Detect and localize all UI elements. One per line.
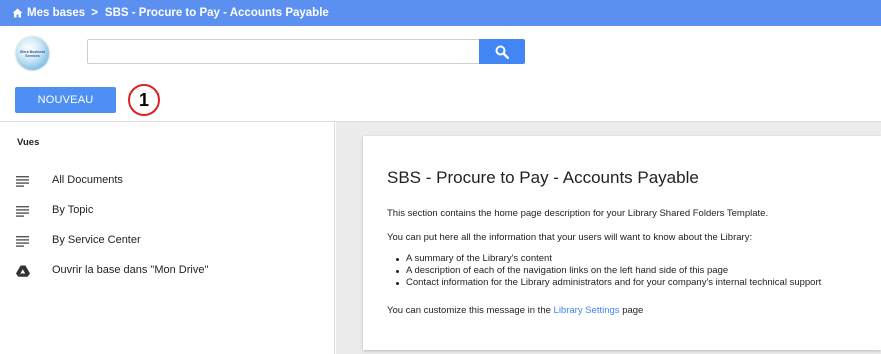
annotation-badge-1: 1 [128, 84, 160, 116]
list-item: Contact information for the Library admi… [394, 277, 821, 289]
new-button[interactable]: NOUVEAU [15, 87, 116, 113]
search-icon [495, 45, 509, 59]
list-icon [16, 236, 29, 247]
page-title: SBS - Procure to Pay - Accounts Payable [387, 168, 699, 187]
list-icon [16, 206, 29, 217]
breadcrumb-current: SBS - Procure to Pay - Accounts Payable [104, 7, 329, 19]
sidebar-item-label: All Documents [52, 174, 123, 186]
search-button[interactable] [479, 39, 525, 64]
breadcrumb-bar: Mes bases > SBS - Procure to Pay - Accou… [0, 0, 881, 26]
breadcrumb-home-link[interactable]: Mes bases [27, 7, 85, 19]
list-icon [16, 176, 29, 187]
sidebar-item-all-documents[interactable]: All Documents [0, 170, 334, 192]
sidebar-item-label: By Topic [52, 204, 94, 216]
customize-suffix: page [622, 305, 644, 316]
home-icon[interactable] [12, 8, 23, 18]
sidebar-item-label: Ouvrir la base dans "Mon Drive" [52, 264, 209, 276]
library-settings-link[interactable]: Library Settings [554, 305, 620, 316]
app-logo[interactable]: Sfera Business Services [16, 37, 49, 70]
sidebar-item-label: By Service Center [52, 234, 141, 246]
breadcrumb-separator: > [91, 7, 98, 19]
sidebar-title: Vues [17, 137, 40, 148]
google-drive-icon [16, 265, 30, 277]
list-item: A description of each of the navigation … [394, 265, 821, 277]
bullet-list: A summary of the Library's content A des… [394, 253, 821, 289]
customize-prefix: You can customize this message in the [387, 305, 551, 316]
search-input[interactable] [87, 39, 480, 64]
sidebar-item-by-service-center[interactable]: By Service Center [0, 230, 334, 252]
sidebar-item-by-topic[interactable]: By Topic [0, 200, 334, 222]
lead-text: You can put here all the information tha… [387, 232, 753, 243]
customize-text: You can customize this message in the Li… [387, 305, 643, 316]
intro-text: This section contains the home page desc… [387, 208, 769, 219]
logo-text: Sfera Business Services [19, 49, 46, 58]
list-item: A summary of the Library's content [394, 253, 821, 265]
sidebar-item-open-in-drive[interactable]: Ouvrir la base dans "Mon Drive" [0, 260, 334, 282]
